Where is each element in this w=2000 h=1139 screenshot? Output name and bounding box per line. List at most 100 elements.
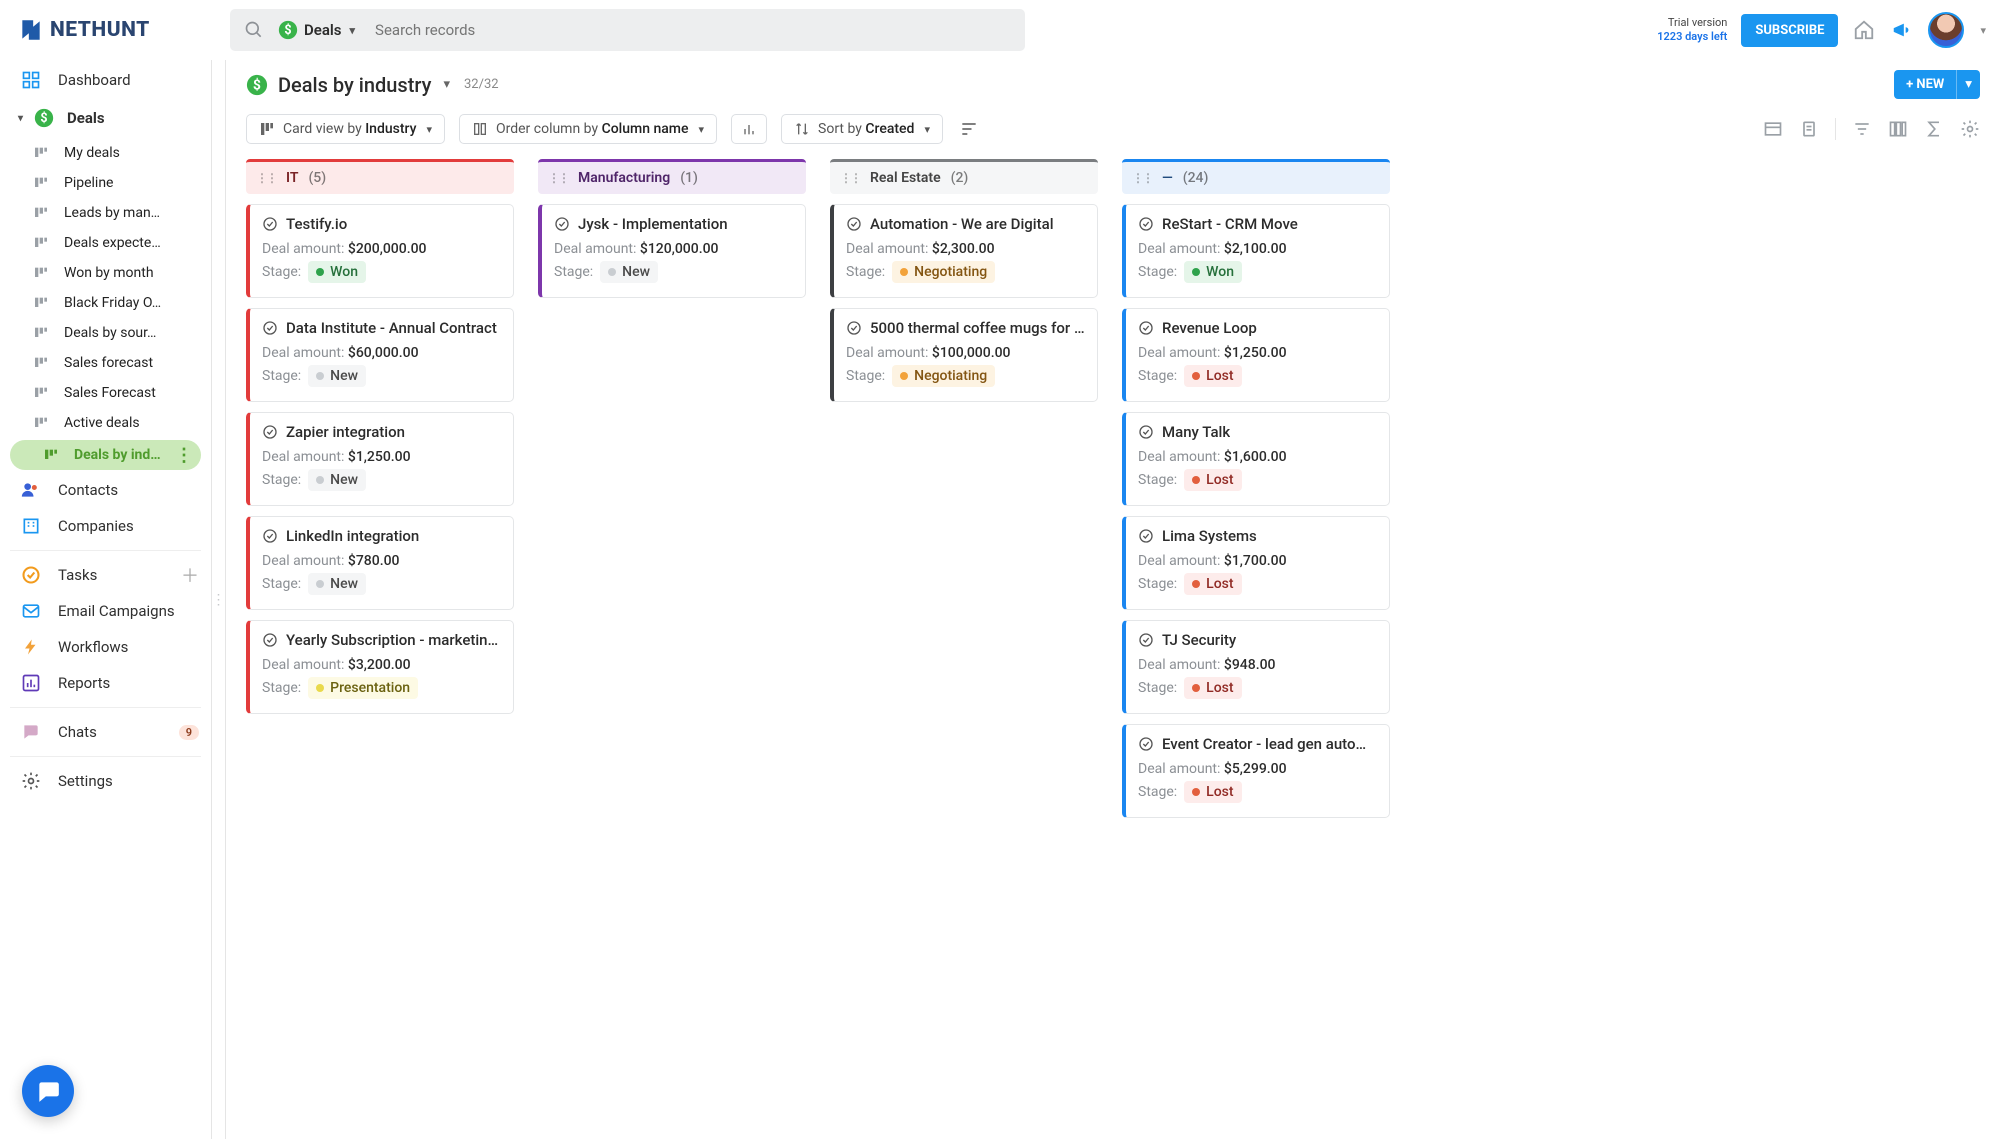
column-count: (24) [1183, 170, 1209, 186]
sidebar-item-deals-view[interactable]: My deals [0, 138, 211, 168]
deal-card[interactable]: Testify.io Deal amount: $200,000.00 Stag… [246, 204, 514, 298]
sidebar-item-deals-view[interactable]: Won by month [0, 258, 211, 288]
home-icon[interactable] [1852, 18, 1876, 42]
nav-chats[interactable]: Chats 9 [0, 714, 211, 750]
announce-icon[interactable] [1890, 18, 1914, 42]
sort-selector[interactable]: Sort by Created ▾ [781, 114, 943, 144]
column-count: (5) [308, 170, 326, 186]
dollar-circle-icon: $ [33, 108, 55, 128]
deal-card[interactable]: 5000 thermal coffee mugs for N… Deal amo… [830, 308, 1098, 402]
check-circle-icon [262, 216, 278, 232]
nav-deals[interactable]: ▾ $ Deals [10, 100, 201, 136]
sidebar-item-deals-view[interactable]: Leads by man… [0, 198, 211, 228]
drag-handle-icon[interactable]: ⋮⋮ [256, 171, 276, 185]
gear-icon[interactable] [1960, 118, 1980, 140]
column-count: (1) [680, 170, 698, 186]
column-header[interactable]: ⋮⋮Real Estate (2) [830, 159, 1098, 194]
column-header[interactable]: ⋮⋮IT (5) [246, 159, 514, 194]
subscribe-button[interactable]: SUBSCRIBE [1741, 14, 1838, 47]
deal-title: Lima Systems [1162, 527, 1257, 545]
search-input[interactable] [363, 21, 1017, 39]
sidebar-item-deals-view[interactable]: Sales forecast [0, 348, 211, 378]
clipboard-icon[interactable] [1799, 118, 1819, 140]
nav-reports[interactable]: Reports [0, 665, 211, 701]
deal-amount: $1,600.00 [1224, 449, 1287, 465]
deal-amount: $1,250.00 [1224, 345, 1287, 361]
sidebar-resize-handle[interactable]: ⋮ [212, 60, 226, 1139]
deal-card[interactable]: Jysk - Implementation Deal amount: $120,… [538, 204, 806, 298]
stage-badge: New [308, 469, 366, 491]
deal-card[interactable]: Zapier integration Deal amount: $1,250.0… [246, 412, 514, 506]
order-column-selector[interactable]: Order column by Column name ▾ [459, 114, 717, 144]
dollar-circle-icon: $ [246, 74, 268, 96]
mail-icon [20, 601, 42, 621]
nav-email-campaigns[interactable]: Email Campaigns [0, 593, 211, 629]
deal-title: Zapier integration [286, 423, 405, 441]
sidebar-item-deals-view[interactable]: Deals expecte… [0, 228, 211, 258]
deal-card[interactable]: Yearly Subscription - marketing t… Deal … [246, 620, 514, 714]
columns-icon [472, 121, 488, 137]
filter-icon[interactable] [1852, 118, 1872, 140]
svg-text:$: $ [40, 111, 47, 126]
sidebar-item-deals-view[interactable]: Deals by sour… [0, 318, 211, 348]
stage-badge: New [600, 261, 658, 283]
deal-card[interactable]: TJ Security Deal amount: $948.00 Stage: … [1122, 620, 1390, 714]
nav-tasks[interactable]: Tasks ＋ [0, 557, 211, 593]
deal-title: Data Institute - Annual Contract [286, 319, 497, 337]
column-header[interactable]: ⋮⋮ Manufacturing (1) [538, 159, 806, 194]
sort-direction-button[interactable] [957, 113, 981, 145]
deal-title: ReStart - CRM Move [1162, 215, 1298, 233]
deal-title: Many Talk [1162, 423, 1230, 441]
stage-badge: Won [1184, 261, 1242, 283]
drag-handle-icon[interactable]: ⋮⋮ [548, 171, 568, 185]
nav-workflows[interactable]: Workflows [0, 629, 211, 665]
tasks-icon [20, 565, 42, 585]
board-icon [259, 121, 275, 137]
deal-card[interactable]: LinkedIn integration Deal amount: $780.0… [246, 516, 514, 610]
brand-logo[interactable]: NETHUNT [18, 17, 228, 43]
deal-card[interactable]: Revenue Loop Deal amount: $1,250.00 Stag… [1122, 308, 1390, 402]
chart-icon [20, 673, 42, 693]
sidebar-item-deals-view[interactable]: Active deals [0, 408, 211, 438]
more-icon[interactable]: ⋮ [175, 445, 193, 466]
nav-dashboard[interactable]: Dashboard [0, 62, 211, 98]
search-scope-selector[interactable]: $ Deals ▾ [270, 20, 363, 40]
nav-settings[interactable]: Settings [0, 763, 211, 799]
stats-button[interactable] [731, 114, 767, 144]
sort-lines-icon [959, 119, 979, 139]
column-header[interactable]: ⋮⋮— (24) [1122, 159, 1390, 194]
sidebar-item-deals-view[interactable]: Pipeline [0, 168, 211, 198]
nav-companies[interactable]: Companies [0, 508, 211, 544]
deal-amount: $60,000.00 [348, 345, 419, 361]
deal-card[interactable]: Event Creator - lead gen automa… Deal am… [1122, 724, 1390, 818]
search-bar[interactable]: $ Deals ▾ [230, 9, 1025, 51]
table-view-icon[interactable] [1763, 118, 1783, 140]
nav-contacts[interactable]: Contacts [0, 472, 211, 508]
board-small-icon [32, 385, 50, 401]
sidebar-item-deals-view[interactable]: Sales Forecast [0, 378, 211, 408]
sigma-icon[interactable] [1924, 118, 1944, 140]
chat-fab[interactable] [22, 1065, 74, 1117]
check-circle-icon [846, 216, 862, 232]
drag-handle-icon[interactable]: ⋮⋮ [1132, 171, 1152, 185]
logo-icon [18, 17, 44, 43]
sidebar-item-deals-view[interactable]: Black Friday O… [0, 288, 211, 318]
add-icon[interactable]: ＋ [181, 562, 199, 588]
deal-card[interactable]: Automation - We are Digital Deal amount:… [830, 204, 1098, 298]
deal-card[interactable]: Lima Systems Deal amount: $1,700.00 Stag… [1122, 516, 1390, 610]
view-chevron-icon[interactable]: ▾ [443, 77, 450, 92]
deal-amount: $2,300.00 [932, 241, 995, 257]
drag-handle-icon[interactable]: ⋮⋮ [840, 171, 860, 185]
columns-icon[interactable] [1888, 118, 1908, 140]
bolt-icon [20, 638, 42, 656]
card-view-selector[interactable]: Card view by Industry ▾ [246, 114, 445, 144]
column-name: Manufacturing [578, 170, 670, 186]
avatar[interactable] [1928, 12, 1964, 48]
deal-card[interactable]: ReStart - CRM Move Deal amount: $2,100.0… [1122, 204, 1390, 298]
deal-card[interactable]: Many Talk Deal amount: $1,600.00 Stage: … [1122, 412, 1390, 506]
deal-card[interactable]: Data Institute - Annual Contract Deal am… [246, 308, 514, 402]
new-record-dropdown[interactable]: ▾ [1956, 70, 1980, 99]
sidebar-item-deals-view[interactable]: Deals by indu…⋮ [10, 440, 201, 470]
account-chevron-icon[interactable]: ▾ [1980, 24, 1986, 37]
new-record-button[interactable]: + NEW [1894, 70, 1956, 99]
